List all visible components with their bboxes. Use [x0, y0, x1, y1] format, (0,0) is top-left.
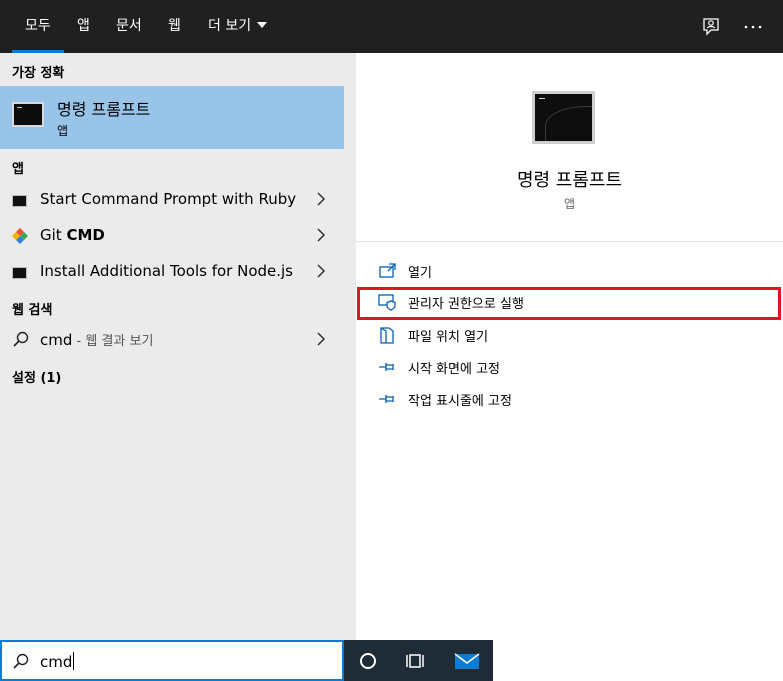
caret-down-icon — [257, 22, 268, 28]
top-bar: 모두 앱 문서 웹 더 보기 — [0, 0, 783, 53]
command-prompt-icon — [12, 267, 27, 279]
action-label: 시작 화면에 고정 — [408, 362, 500, 377]
list-item-label: Install Additional Tools for Node.js — [40, 262, 294, 280]
text-caret — [73, 652, 75, 670]
best-match-subtitle: 앱 — [57, 124, 69, 138]
list-item-ruby-prompt[interactable]: Start Command Prompt with Ruby — [0, 182, 344, 218]
search-text: cmd — [40, 653, 73, 671]
cortana-icon[interactable] — [356, 649, 380, 673]
action-label: 열기 — [408, 266, 432, 281]
list-item-label: Start Command Prompt with Ruby — [40, 190, 297, 208]
divider — [356, 241, 783, 242]
search-value: cmd — [40, 652, 75, 671]
tab-all[interactable]: 모두 — [12, 0, 64, 53]
task-view-icon[interactable] — [404, 649, 428, 673]
action-label: 파일 위치 열기 — [408, 330, 489, 345]
action-run-as-admin[interactable]: 관리자 권한으로 실행 — [356, 287, 783, 317]
preview-subtitle: 앱 — [563, 197, 576, 211]
results-panel: 가장 정확 명령 프롬프트 앱 앱 Start Command Prompt w… — [0, 53, 344, 640]
list-item-node-tools[interactable]: Install Additional Tools for Node.js — [0, 254, 344, 290]
file-location-icon — [380, 327, 394, 344]
web-query: cmd — [40, 331, 73, 349]
list-item-label: Git CMD — [40, 226, 105, 244]
open-icon — [379, 263, 396, 278]
screen-glare — [545, 106, 592, 141]
command-prompt-icon — [12, 195, 27, 207]
search-input[interactable]: cmd — [0, 640, 344, 681]
web-suffix: - 웹 결과 보기 — [72, 334, 154, 349]
command-prompt-icon — [12, 102, 44, 127]
action-label: 관리자 권한으로 실행 — [408, 297, 524, 312]
action-open-file-location[interactable]: 파일 위치 열기 — [356, 320, 783, 350]
feedback-icon[interactable] — [698, 14, 724, 40]
best-match-title: 명령 프롬프트 — [57, 100, 151, 119]
label-bold: CMD — [66, 226, 105, 244]
run-as-admin-icon — [378, 294, 396, 311]
best-match-header: 가장 정확 — [12, 66, 65, 81]
chevron-right-icon[interactable] — [316, 192, 326, 206]
web-search-label: cmd - 웹 결과 보기 — [40, 330, 153, 349]
pin-icon — [379, 395, 394, 403]
chevron-right-icon[interactable] — [316, 332, 326, 346]
prompt-cursor — [539, 98, 545, 99]
git-icon — [12, 228, 28, 244]
tab-more[interactable]: 더 보기 — [208, 0, 268, 53]
chevron-right-icon[interactable] — [316, 264, 326, 278]
command-prompt-large-icon — [532, 91, 595, 144]
tab-label: 모두 — [25, 18, 51, 34]
tab-label: 더 보기 — [208, 18, 252, 34]
apps-header: 앱 — [12, 162, 24, 177]
action-pin-to-taskbar[interactable]: 작업 표시줄에 고정 — [356, 384, 783, 414]
label-plain: Git — [40, 226, 67, 244]
search-icon — [13, 653, 29, 669]
action-open[interactable]: 열기 — [356, 256, 783, 286]
web-search-header: 웹 검색 — [12, 303, 53, 318]
more-options-icon[interactable] — [740, 14, 766, 40]
chevron-right-icon[interactable] — [316, 228, 326, 242]
web-search-item[interactable]: cmd - 웹 결과 보기 — [0, 322, 344, 358]
tab-label: 앱 — [77, 18, 90, 34]
preview-panel: 명령 프롬프트 앱 열기 관리자 권한으로 실행 파일 위치 열기 시작 화면에… — [356, 53, 783, 640]
action-label: 작업 표시줄에 고정 — [408, 394, 512, 409]
pin-icon — [379, 363, 394, 371]
tab-apps[interactable]: 앱 — [77, 0, 90, 53]
list-item-git-cmd[interactable]: Git CMD — [0, 218, 344, 254]
settings-header[interactable]: 설정 (1) — [12, 367, 61, 386]
desktop-background — [493, 640, 783, 681]
tab-label: 문서 — [116, 18, 142, 34]
tab-documents[interactable]: 문서 — [116, 0, 142, 53]
search-icon — [13, 331, 29, 347]
best-match-item[interactable]: 명령 프롬프트 앱 — [0, 86, 344, 149]
tab-label: 웹 — [168, 18, 181, 34]
mail-icon[interactable] — [453, 649, 481, 673]
preview-title: 명령 프롬프트 — [516, 170, 623, 191]
tab-web[interactable]: 웹 — [168, 0, 181, 53]
action-pin-to-start[interactable]: 시작 화면에 고정 — [356, 352, 783, 382]
